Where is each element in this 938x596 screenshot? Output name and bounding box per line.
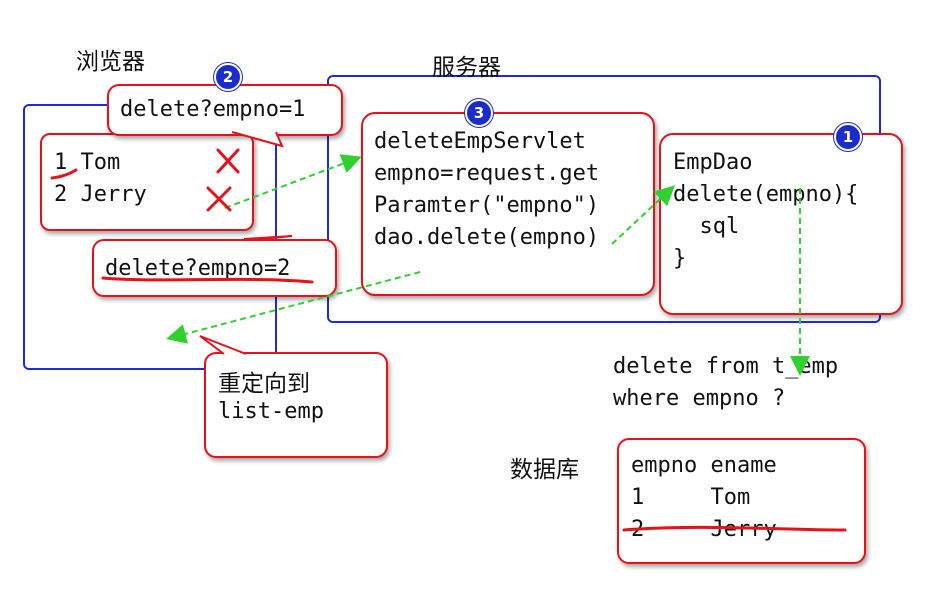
underline-item-1 (50, 168, 78, 180)
request-callout-tail (231, 131, 284, 148)
arrow-servlet-to-dao (611, 185, 675, 245)
cross-mark-2 (206, 186, 232, 212)
redirect-callout-tail (199, 335, 247, 355)
cross-mark-1 (216, 148, 240, 174)
delete2-callout-tail (243, 235, 293, 240)
underline-delete2 (101, 276, 314, 284)
arrow-browser-to-servlet (224, 154, 362, 209)
strike-db-row-2 (622, 525, 847, 532)
annotation-overlay (50, 131, 847, 532)
